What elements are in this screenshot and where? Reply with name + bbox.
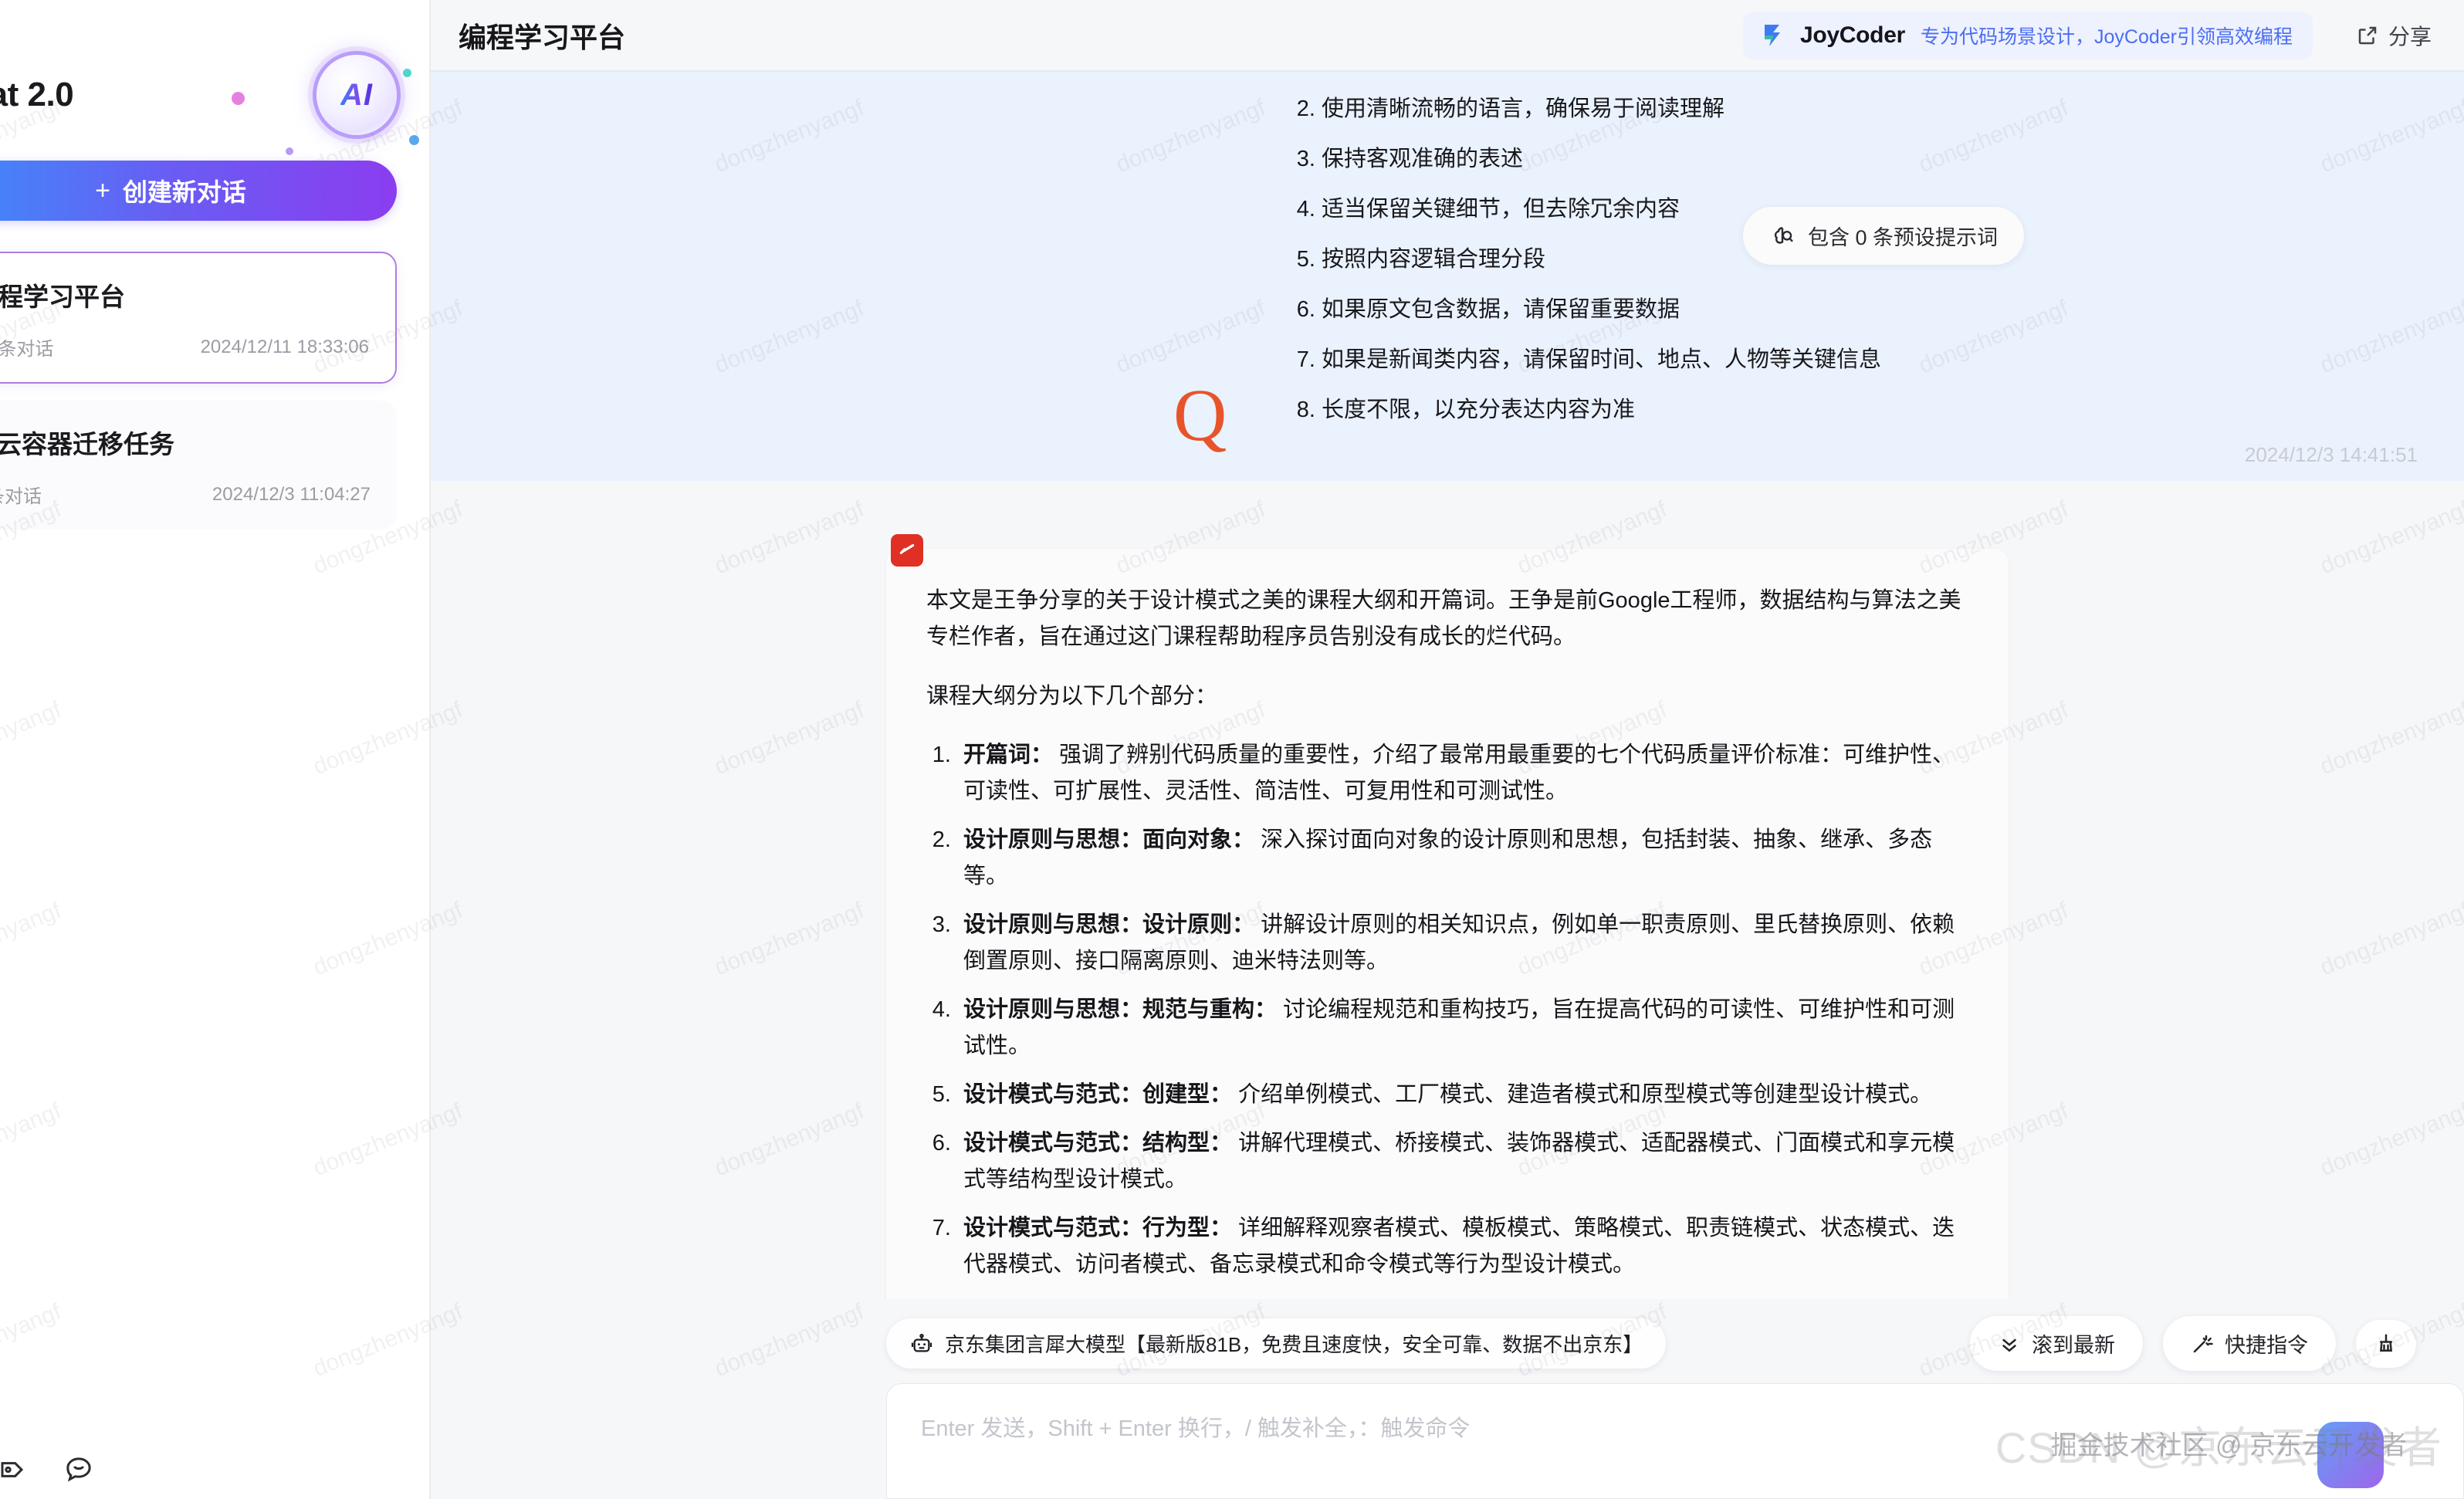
conversation-count: 64 条对话 [0, 339, 54, 360]
app-root: Chat 2.0 AI + 创建新对话 编程学习平台 [0, 0, 2464, 1499]
joycoder-logo-icon [1758, 20, 1789, 51]
sidebar-brand: Chat 2.0 AI [0, 0, 429, 155]
answer-outline-item-title: 设计原则与思想：规范与重构： [963, 997, 1278, 1023]
joycoder-name: JoyCoder [1800, 22, 1905, 48]
answer-outline-item: 设计模式与范式：行为型： 详细解释观察者模式、模板模式、策略模式、职责链模式、状… [957, 1210, 1968, 1283]
magic-wand-icon [2193, 1335, 2213, 1352]
answer-bubble: 本文是王争分享的关于设计模式之美的课程大纲和开篇词。王争是前Google工程师，… [886, 548, 2009, 1299]
decor-dot-pink [232, 92, 245, 105]
brain-icon [1769, 223, 1796, 249]
question-timestamp: 2024/12/3 14:41:51 [2244, 442, 2418, 466]
share-label: 分享 [2388, 24, 2432, 49]
answer-outline-item: 开篇词： 强调了辨别代码质量的重要性，介绍了最常用最重要的七个代码质量评价标准：… [957, 737, 1968, 810]
answer-outline-item-body: 强调了辨别代码质量的重要性，介绍了最常用最重要的七个代码质量评价标准：可维护性、… [963, 743, 1955, 804]
conversation-item-0[interactable]: 编程学习平台 64 条对话 2024/12/11 18:33:06 [0, 252, 397, 384]
topbar: 编程学习平台 JoyCoder 专为代码场景设计，JoyCoder引领高效编程 [431, 0, 2464, 71]
scroll-to-latest-button[interactable]: 滚到最新 [1970, 1316, 2143, 1371]
answer-outline-item-body: 介绍单例模式、工厂模式、建造者模式和原型模式等创建型设计模式。 [1232, 1082, 1933, 1108]
question-message: 使用清晰流畅的语言，确保易于阅读理解保持客观准确的表述适当保留关键细节，但去除冗… [431, 71, 2464, 481]
conversation-item-1[interactable]: 行云容器迁移任务 2 条对话 2024/12/3 11:04:27 [0, 401, 397, 530]
plus-icon: + [95, 176, 110, 205]
new-chat-button[interactable]: + 创建新对话 [0, 161, 397, 221]
chat-scroll-area[interactable]: 使用清晰流畅的语言，确保易于阅读理解保持客观准确的表述适当保留关键细节，但去除冗… [431, 71, 2464, 1299]
joycoder-tagline: 专为代码场景设计，JoyCoder引领高效编程 [1920, 25, 2293, 48]
answer-outline-item: 设计模式与范式：结构型： 讲解代理模式、桥接模式、装饰器模式、适配器模式、门面模… [957, 1125, 1968, 1198]
question-list-item: 保持客观准确的表述 [1322, 142, 2461, 177]
preset-prompt-label: 包含 0 条预设提示词 [1808, 226, 1999, 249]
quick-command-button[interactable]: 快捷指令 [2163, 1316, 2336, 1371]
question-list-item: 使用清晰流畅的语言，确保易于阅读理解 [1322, 92, 2461, 127]
page-title: 编程学习平台 [459, 21, 626, 53]
decor-dot-teal [403, 69, 411, 77]
answer-outline-item-title: 开篇词： [963, 743, 1054, 768]
answer-outline-item: 开源与项目实战：开源实战： 通过剖析Java JDK、Google Guava、… [957, 1295, 1968, 1299]
question-marker: Q [1173, 374, 1227, 456]
answer-message: 本文是王争分享的关于设计模式之美的课程大纲和开篇词。王争是前Google工程师，… [431, 480, 2464, 1299]
share-icon [2356, 24, 2379, 47]
answer-outline-item-title: 设计模式与范式：结构型： [963, 1131, 1233, 1156]
broom-icon [2379, 1334, 2393, 1352]
answer-outline-item: 设计原则与思想：规范与重构： 讨论编程规范和重构技巧，旨在提高代码的可读性、可维… [957, 992, 1968, 1064]
answer-outline-lead: 课程大纲分为以下几个部分： [926, 683, 1218, 709]
new-chat-label: 创建新对话 [122, 178, 246, 206]
model-selector-pill[interactable]: 京东集团言犀大模型【最新版81B，免费且速度快，安全可靠、数据不出京东】 [886, 1318, 1667, 1369]
message-input[interactable]: Enter 发送，Shift + Enter 换行，/ 触发补全，：触发命令 [886, 1383, 2464, 1499]
main-panel: 编程学习平台 JoyCoder 专为代码场景设计，JoyCoder引领高效编程 [431, 0, 2464, 1499]
quick-command-label: 快捷指令 [2225, 1334, 2308, 1357]
sidebar-footer [0, 1454, 429, 1485]
conversation-time: 2024/12/3 11:04:27 [212, 483, 371, 505]
ai-logo-label: AI [340, 77, 373, 112]
answer-outline-item-title: 设计原则与思想：设计原则： [963, 912, 1255, 938]
tag-icon[interactable] [0, 1454, 29, 1485]
answer-outline-item-title: 设计模式与范式：创建型： [963, 1082, 1233, 1108]
answer-outline-item: 设计原则与思想：设计原则： 讲解设计原则的相关知识点，例如单一职责原则、里氏替换… [957, 907, 1968, 980]
answer-outline-item: 设计原则与思想：面向对象： 深入探讨面向对象的设计原则和思想，包括封装、抽象、继… [957, 822, 1968, 895]
decor-dot-blue [409, 135, 419, 145]
message-input-placeholder: Enter 发送，Shift + Enter 换行，/ 触发补全，：触发命令 [921, 1416, 1471, 1441]
joycoder-banner[interactable]: JoyCoder 专为代码场景设计，JoyCoder引领高效编程 [1743, 11, 2313, 59]
question-list-item: 如果原文包含数据，请保留重要数据 [1322, 293, 2461, 327]
answer-outline-item-title: 设计原则与思想：面向对象： [963, 827, 1255, 853]
conversation-title: 行云容器迁移任务 [0, 430, 174, 458]
answer-outline-item: 设计模式与范式：创建型： 介绍单例模式、工厂模式、建造者模式和原型模式等创建型设… [957, 1077, 1968, 1113]
brand-title: Chat 2.0 [0, 76, 74, 113]
conversation-meta: 2 条对话 2024/12/3 11:04:27 [0, 481, 371, 508]
ai-logo-icon: AI [316, 55, 397, 135]
model-label: 京东集团言犀大模型【最新版81B，免费且速度快，安全可靠、数据不出京东】 [945, 1333, 1643, 1356]
assistant-avatar [891, 534, 923, 567]
composer-toolbar: 京东集团言犀大模型【最新版81B，免费且速度快，安全可靠、数据不出京东】 滚到最… [431, 1316, 2464, 1371]
preset-prompt-pill[interactable]: 包含 0 条预设提示词 [1743, 207, 2025, 265]
chevron-double-down-icon [2002, 1338, 2016, 1352]
sidebar: Chat 2.0 AI + 创建新对话 编程学习平台 [0, 0, 431, 1499]
scroll-to-latest-label: 滚到最新 [2032, 1334, 2115, 1357]
conversation-list: 编程学习平台 64 条对话 2024/12/11 18:33:06 行云容器迁移… [0, 252, 429, 530]
decor-dot-lavender [286, 147, 293, 155]
robot-icon [909, 1332, 934, 1356]
conversation-title: 编程学习平台 [0, 283, 125, 311]
composer: 京东集团言犀大模型【最新版81B，免费且速度快，安全可靠、数据不出京东】 滚到最… [431, 1299, 2464, 1499]
feedback-icon[interactable] [63, 1454, 94, 1485]
question-list-item: 如果是新闻类内容，请保留时间、地点、人物等关键信息 [1322, 343, 2461, 377]
clear-conversation-button[interactable] [2356, 1319, 2416, 1368]
answer-outline-item-title: 设计模式与范式：行为型： [963, 1216, 1233, 1241]
share-button[interactable]: 分享 [2347, 14, 2441, 57]
conversation-meta: 64 条对话 2024/12/11 18:33:06 [0, 333, 369, 360]
answer-outline-list: 开篇词： 强调了辨别代码质量的重要性，介绍了最常用最重要的七个代码质量评价标准：… [957, 737, 1968, 1299]
conversation-count: 2 条对话 [0, 486, 42, 507]
answer-intro: 本文是王争分享的关于设计模式之美的课程大纲和开篇词。王争是前Google工程师，… [926, 587, 1961, 649]
conversation-time: 2024/12/11 18:33:06 [200, 336, 369, 357]
question-list-item: 长度不限，以充分表达内容为准 [1322, 393, 2461, 428]
